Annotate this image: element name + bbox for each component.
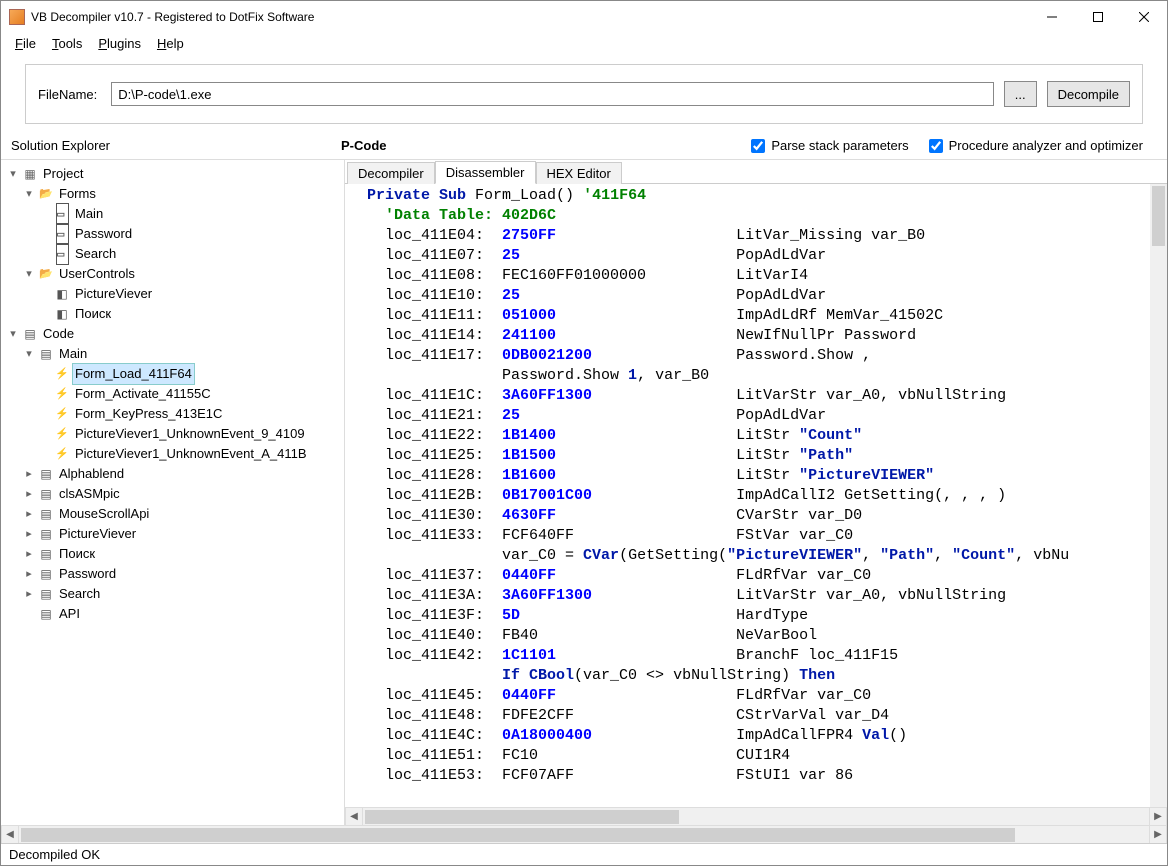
app-icon <box>9 9 25 25</box>
scroll-left-icon[interactable]: ◀ <box>1 826 19 843</box>
menu-help[interactable]: Help <box>149 34 192 53</box>
tree-uc-poisk[interactable]: Поиск <box>37 304 344 324</box>
module-icon <box>38 467 54 481</box>
titlebar: VB Decompiler v10.7 - Registered to DotF… <box>1 1 1167 32</box>
code-text: Private Sub Form_Load() '411F64 'Data Ta… <box>345 184 1167 788</box>
event-icon <box>54 447 70 461</box>
module-icon <box>38 527 54 541</box>
tree-event-pv1-9[interactable]: PictureViever1_UnknownEvent_9_4109 <box>37 424 344 444</box>
window-title: VB Decompiler v10.7 - Registered to DotF… <box>31 10 1029 24</box>
solution-explorer-tree[interactable]: ▾Project ▾Forms Main Password Search ▾Us… <box>1 160 345 825</box>
module-icon <box>38 547 54 561</box>
tree-horizontal-scrollbar[interactable]: ◀ ▶ <box>1 825 1167 843</box>
maximize-button[interactable] <box>1075 2 1121 32</box>
module-icon <box>38 567 54 581</box>
tree-mod-mousescroll[interactable]: ▸MouseScrollApi <box>21 504 344 524</box>
form-icon <box>54 247 70 261</box>
folder-icon <box>38 187 54 201</box>
usercontrol-icon <box>54 287 70 301</box>
folder-icon <box>38 267 54 281</box>
project-icon <box>22 167 38 181</box>
tree-event-pv1-a[interactable]: PictureViever1_UnknownEvent_A_411B <box>37 444 344 464</box>
menu-tools[interactable]: Tools <box>44 34 90 53</box>
tree-event-form-keypress[interactable]: Form_KeyPress_413E1C <box>37 404 344 424</box>
code-icon <box>22 327 38 341</box>
tree-form-main[interactable]: Main <box>37 204 344 224</box>
tree-event-form-load[interactable]: Form_Load_411F64 <box>37 364 344 384</box>
tree-form-password[interactable]: Password <box>37 224 344 244</box>
module-icon <box>38 487 54 501</box>
parse-stack-checkbox[interactable]: Parse stack parameters <box>751 138 908 153</box>
tree-mod-poisk[interactable]: ▸Поиск <box>21 544 344 564</box>
event-icon <box>54 367 70 381</box>
parse-stack-input[interactable] <box>751 139 765 153</box>
module-icon <box>38 507 54 521</box>
module-icon <box>38 587 54 601</box>
tree-main-module[interactable]: ▾Main <box>21 344 344 364</box>
code-area[interactable]: Private Sub Form_Load() '411F64 'Data Ta… <box>345 184 1167 807</box>
tree-mod-api[interactable]: API <box>21 604 344 624</box>
module-icon <box>38 607 54 621</box>
event-icon <box>54 387 70 401</box>
scroll-right-icon[interactable]: ▶ <box>1149 808 1167 825</box>
code-horizontal-scrollbar[interactable]: ◀ ▶ <box>345 807 1167 825</box>
status-bar: Decompiled OK <box>1 843 1167 865</box>
tree-uc-pictureviever[interactable]: PictureViever <box>37 284 344 304</box>
tree-event-form-activate[interactable]: Form_Activate_41155C <box>37 384 344 404</box>
menu-plugins[interactable]: Plugins <box>90 34 149 53</box>
decompile-button[interactable]: Decompile <box>1047 81 1130 107</box>
browse-button[interactable]: ... <box>1004 81 1037 107</box>
tree-project[interactable]: ▾Project <box>5 164 344 184</box>
tree-mod-pictureviever[interactable]: ▸PictureViever <box>21 524 344 544</box>
tree-mod-search[interactable]: ▸Search <box>21 584 344 604</box>
tree-code[interactable]: ▾Code <box>5 324 344 344</box>
status-text: Decompiled OK <box>9 847 100 862</box>
tree-forms[interactable]: ▾Forms <box>21 184 344 204</box>
vertical-scrollbar[interactable] <box>1150 184 1167 807</box>
proc-analyzer-checkbox[interactable]: Procedure analyzer and optimizer <box>929 138 1143 153</box>
tree-form-search[interactable]: Search <box>37 244 344 264</box>
proc-analyzer-input[interactable] <box>929 139 943 153</box>
tree-mod-password[interactable]: ▸Password <box>21 564 344 584</box>
menubar: File Tools Plugins Help <box>1 32 1167 54</box>
close-button[interactable] <box>1121 2 1167 32</box>
form-icon <box>54 207 70 221</box>
toolbar: FileName: ... Decompile <box>1 54 1167 130</box>
minimize-button[interactable] <box>1029 2 1075 32</box>
tab-decompiler[interactable]: Decompiler <box>347 162 435 184</box>
pcode-header: P-Code <box>341 138 731 153</box>
usercontrol-icon <box>54 307 70 321</box>
scroll-left-icon[interactable]: ◀ <box>345 808 363 825</box>
event-icon <box>54 407 70 421</box>
menu-file[interactable]: File <box>7 34 44 53</box>
tree-mod-alphablend[interactable]: ▸Alphablend <box>21 464 344 484</box>
event-icon <box>54 427 70 441</box>
tree-usercontrols[interactable]: ▾UserControls <box>21 264 344 284</box>
filename-label: FileName: <box>38 87 101 102</box>
tab-hex[interactable]: HEX Editor <box>536 162 622 184</box>
code-tabs: Decompiler Disassembler HEX Editor <box>345 160 1167 184</box>
module-icon <box>38 347 54 361</box>
tab-disassembler[interactable]: Disassembler <box>435 161 536 184</box>
solution-explorer-header: Solution Explorer <box>11 138 341 153</box>
form-icon <box>54 227 70 241</box>
tree-mod-clsasmpic[interactable]: ▸clsASMpic <box>21 484 344 504</box>
filename-input[interactable] <box>111 82 993 106</box>
panel-headers: Solution Explorer P-Code Parse stack par… <box>1 130 1167 159</box>
scroll-right-icon[interactable]: ▶ <box>1149 826 1167 843</box>
